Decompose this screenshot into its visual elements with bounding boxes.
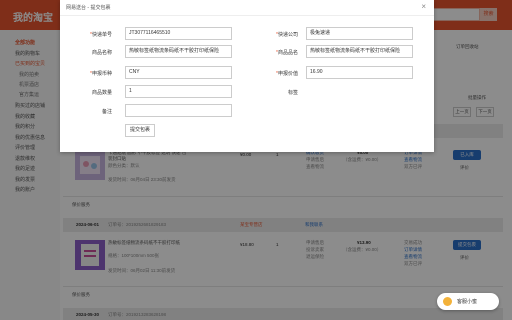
currency-label: *申报币种 <box>90 71 112 77</box>
dialog-divider <box>60 15 434 16</box>
submit-package-dialog: 网易送台 - 提交包裹 × *快递单号 JT3077116465510 *快递公… <box>60 0 434 152</box>
declared-value-label: *申报价值 <box>276 71 298 77</box>
remark-label: 备注 <box>101 109 112 115</box>
quantity-input[interactable]: 1 <box>125 85 232 98</box>
tag-label: 标签 <box>287 90 298 96</box>
dialog-title: 网易送台 - 提交包裹 <box>66 5 111 11</box>
customer-service-button[interactable]: 客服小蜜 <box>437 293 499 310</box>
currency-select[interactable]: CNY <box>125 66 232 79</box>
declared-value-input[interactable]: 16.90 <box>306 66 413 79</box>
courier-select[interactable]: 极兔速递 <box>306 27 413 40</box>
submit-package-button[interactable]: 提交包裹 <box>125 124 155 137</box>
quantity-label: 商品数量 <box>91 90 112 96</box>
close-icon[interactable]: × <box>421 2 426 11</box>
remark-input[interactable] <box>125 104 232 117</box>
customer-service-label: 客服小蜜 <box>457 299 478 305</box>
goods-desc-input[interactable]: 热敏标签纸物流条码纸不干胶打印纸保险 <box>306 45 413 58</box>
goods-desc-label: *商品品名 <box>276 50 298 56</box>
tracking-no-input[interactable]: JT3077116465510 <box>125 27 232 40</box>
goods-name-input[interactable]: 热敏标签纸物流条码纸不干胶打印纸保险 <box>125 45 232 58</box>
courier-label: *快递公司 <box>276 32 298 38</box>
tracking-no-label: *快递单号 <box>90 32 112 38</box>
assistant-icon <box>443 297 452 306</box>
goods-name-label: 商品名称 <box>91 50 112 56</box>
